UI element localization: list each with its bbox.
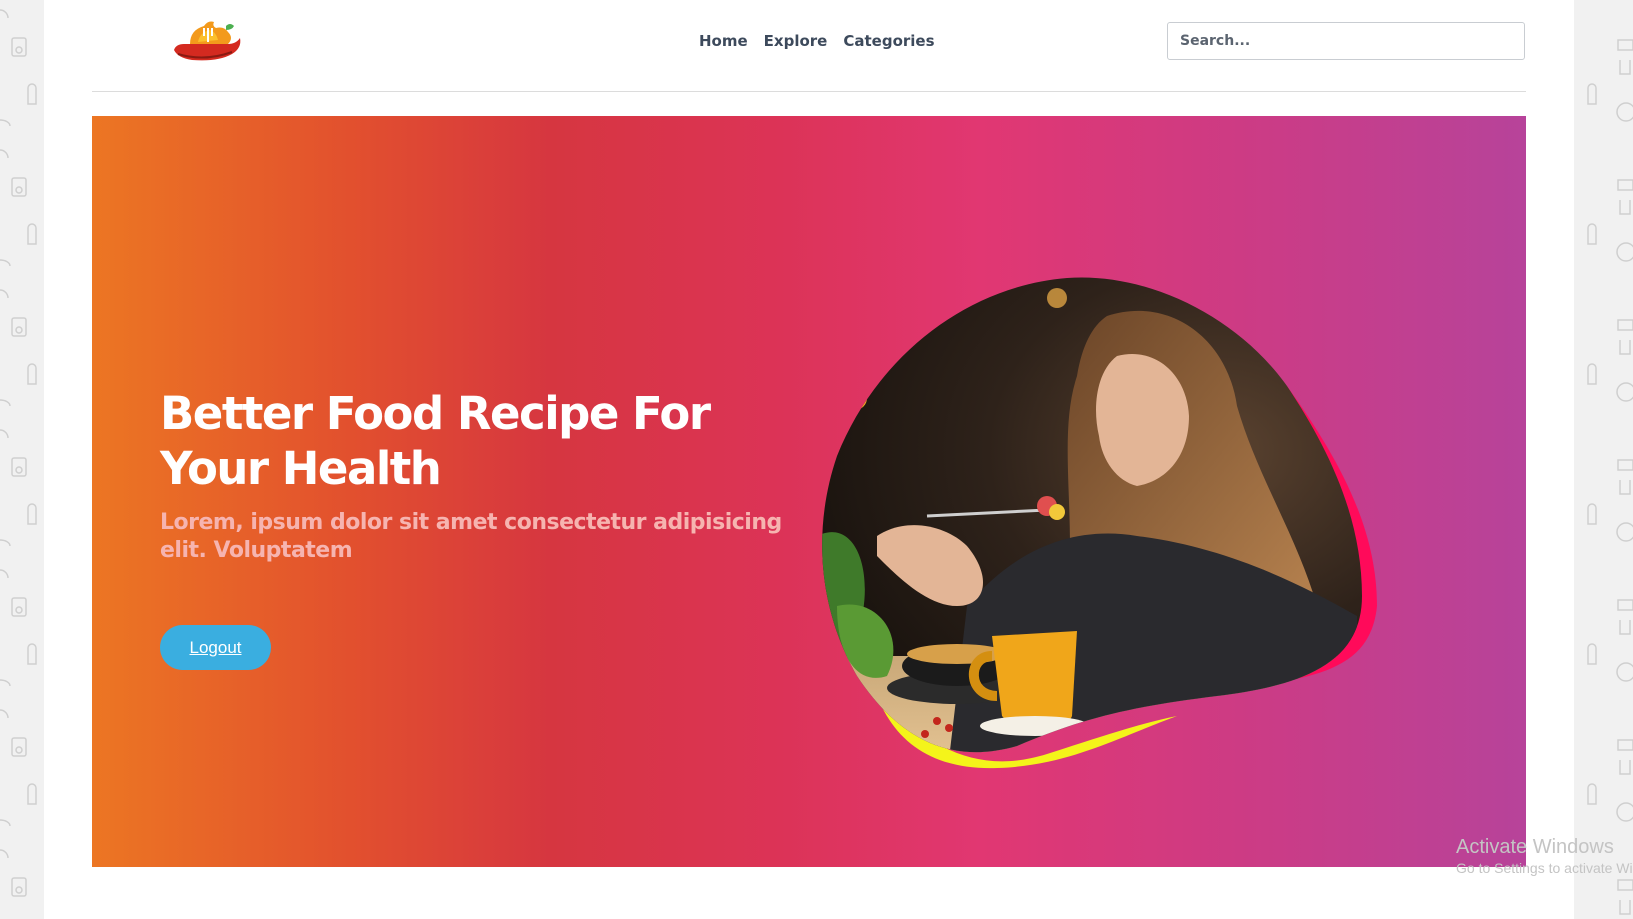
page-container: Home Explore Categories Better Food Reci… [44,0,1574,919]
header-divider [92,91,1526,92]
hero-banner: Better Food Recipe For Your Health Lorem… [92,116,1526,867]
hero-woman-eating-image [822,277,1377,769]
nav-explore-link[interactable]: Explore [764,32,828,50]
hero-title: Better Food Recipe For Your Health [160,387,711,495]
watermark-line1: Activate Windows [1456,836,1614,858]
nav-categories-link[interactable]: Categories [843,32,934,50]
background-pattern-right [1574,0,1633,919]
watermark-line2: Go to Settings to activate Windows. [1456,860,1633,876]
activate-windows-watermark: Activate Windows Go to Settings to activ… [1456,835,1633,877]
hero-subtitle: Lorem, ipsum dolor sit amet consectetur … [160,510,782,563]
chili-fork-logo-icon[interactable] [168,20,244,64]
nav-home-link[interactable]: Home [699,32,748,50]
main-nav: Home Explore Categories [699,32,935,50]
search-input[interactable] [1167,22,1525,60]
logout-button[interactable]: Logout [160,625,271,670]
background-pattern-left [0,0,44,919]
